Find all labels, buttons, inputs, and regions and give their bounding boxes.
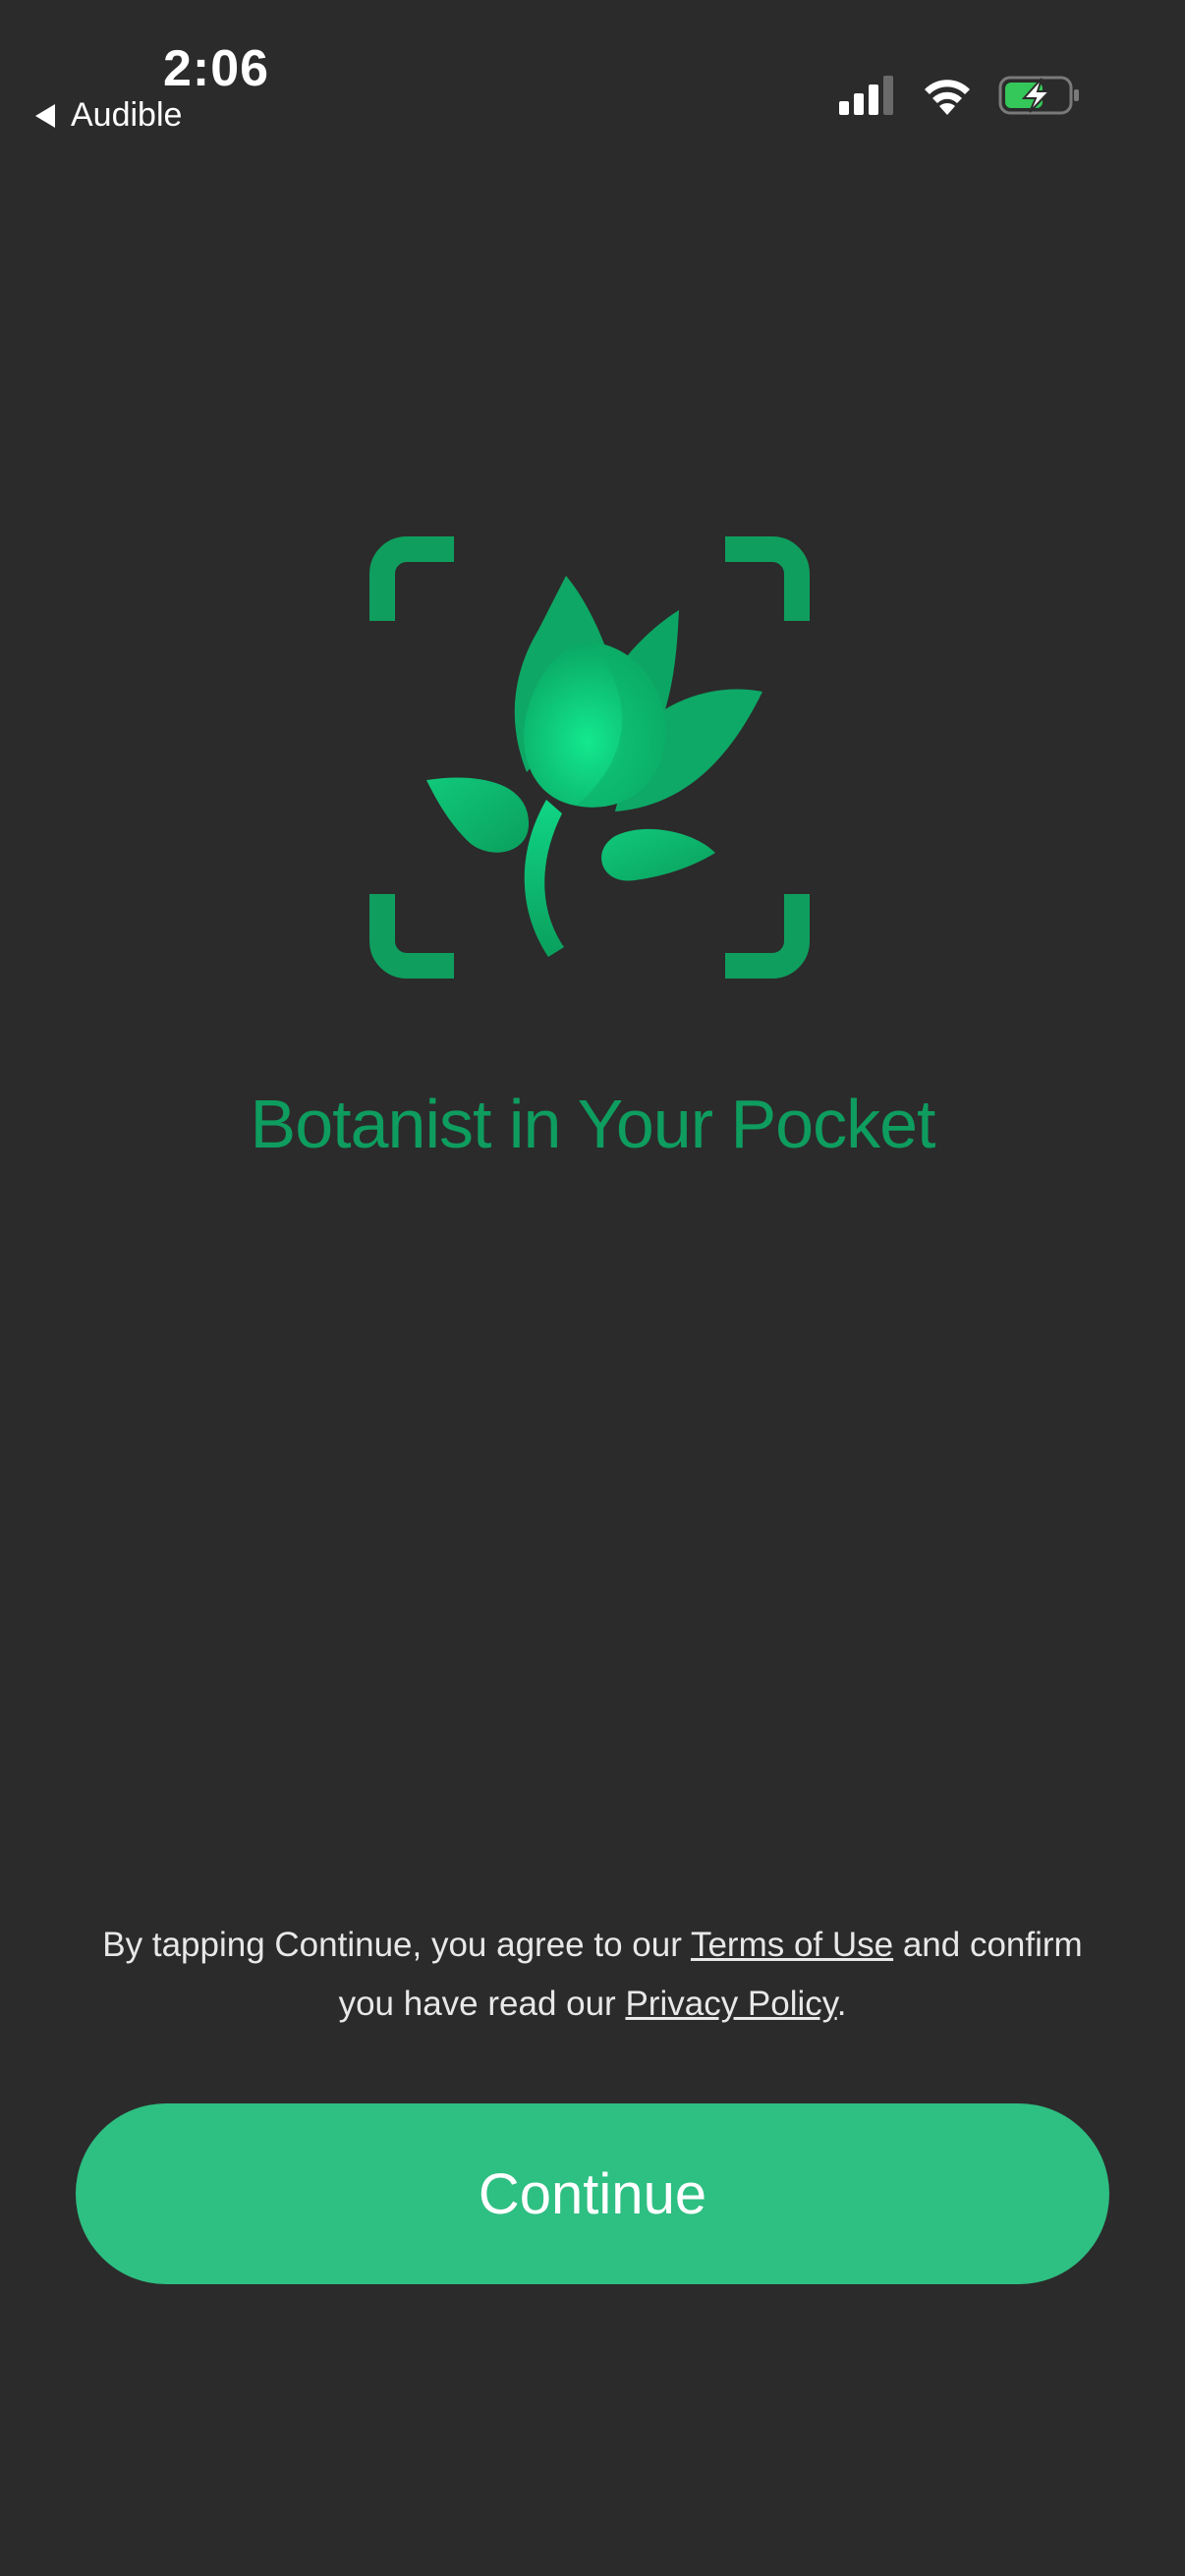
terms-of-use-link[interactable]: Terms of Use <box>691 1926 893 1964</box>
back-arrow-icon <box>35 103 55 128</box>
continue-button[interactable]: Continue <box>76 2103 1109 2284</box>
legal-suffix: . <box>836 1985 847 2023</box>
signal-icon <box>839 76 893 115</box>
welcome-screen: 2:06 Audible Botanist in Your Pocket By … <box>0 0 1185 2576</box>
wifi-icon <box>925 80 970 115</box>
back-app-label: Audible <box>71 96 183 134</box>
privacy-policy-link[interactable]: Privacy Policy <box>625 1985 836 2023</box>
back-to-app-button[interactable]: Audible <box>35 96 182 135</box>
legal-prefix: By tapping Continue, you agree to our <box>102 1926 691 1964</box>
legal-notice: By tapping Continue, you agree to our Te… <box>88 1916 1097 2034</box>
status-icons <box>839 75 1081 116</box>
status-time: 2:06 <box>163 40 270 97</box>
battery-charging-icon <box>998 76 1079 115</box>
tagline: Botanist in Your Pocket <box>250 1086 936 1162</box>
plant-scan-icon <box>369 536 810 979</box>
